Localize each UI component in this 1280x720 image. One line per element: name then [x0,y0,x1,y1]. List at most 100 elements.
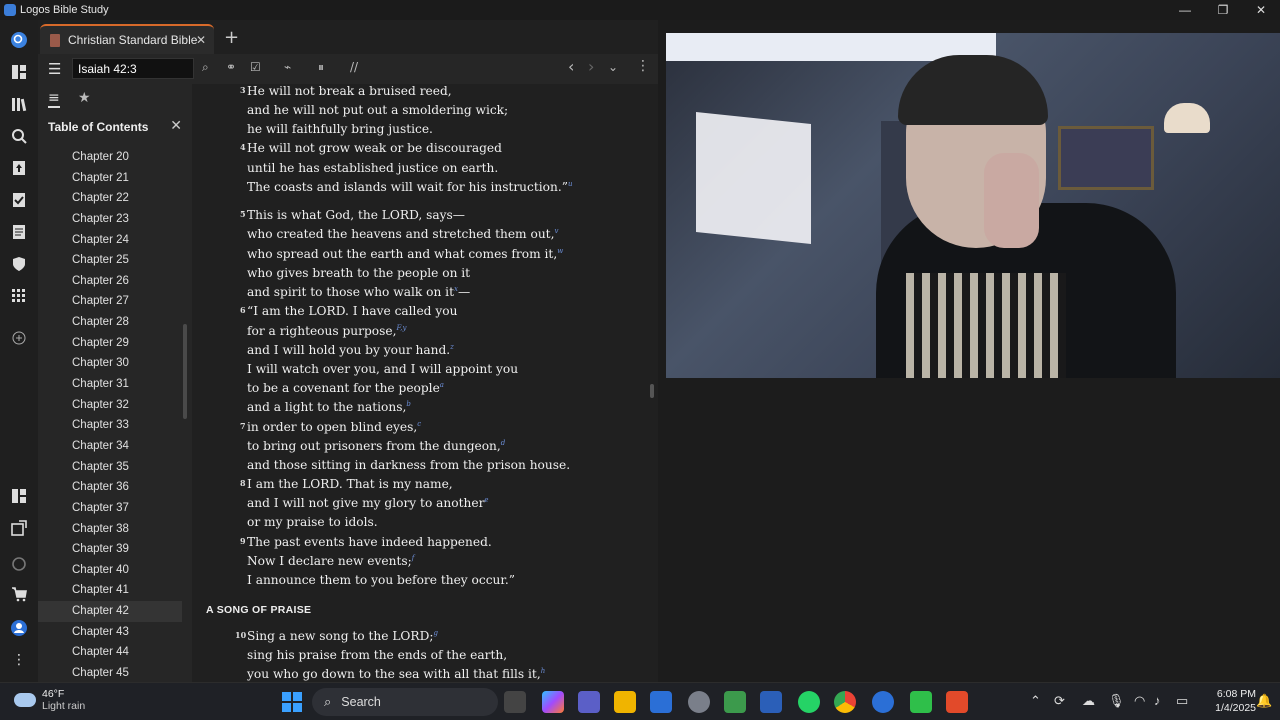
toc-chapter-item[interactable]: Chapter 33 [38,415,182,436]
taskbar-search[interactable]: ⌕ Search [312,688,498,716]
verse-number[interactable]: 5 [240,209,246,219]
footnote-marker[interactable]: d [501,439,505,447]
recorder-icon[interactable] [946,691,968,713]
toc-chapter-item[interactable]: Chapter 29 [38,333,182,354]
upload-icon[interactable] [9,158,29,178]
footnote-marker[interactable]: g [433,629,437,637]
toc-chapter-item[interactable]: Chapter 31 [38,374,182,395]
toc-chapter-item[interactable]: Chapter 38 [38,519,182,540]
verse-number[interactable]: 9 [240,536,246,546]
microphone-icon[interactable]: 🎙 [1108,693,1125,709]
reader-scrollbar[interactable] [650,384,654,398]
open-external-icon[interactable] [9,518,29,538]
chrome-icon[interactable] [834,691,856,713]
library-icon[interactable] [9,94,29,114]
toc-chapter-item[interactable]: Chapter 41 [38,580,182,601]
verse-number[interactable]: 7 [240,421,246,431]
apps-grid-icon[interactable] [9,286,29,306]
restore-button[interactable]: ❐ [1204,0,1242,20]
word-icon[interactable] [760,691,782,713]
footnote-marker[interactable]: h [541,667,546,675]
verse-number[interactable]: 6 [240,305,246,315]
volume-icon[interactable]: ♪ [1154,693,1161,708]
add-icon[interactable] [9,328,29,348]
forward-icon[interactable]: › [588,57,594,76]
highlight-icon[interactable]: ☑ [250,60,261,74]
toc-chapter-item[interactable]: Chapter 27 [38,291,182,312]
footnote-marker[interactable]: c [417,420,421,428]
footnote-marker[interactable]: f [412,554,415,562]
verse-number[interactable]: 8 [240,478,246,488]
checklist-icon[interactable] [9,190,29,210]
toc-scrollbar[interactable] [183,324,187,419]
verse-number[interactable]: 10 [235,630,246,640]
onedrive-icon[interactable]: ☁ [1082,693,1095,709]
show-hidden-icons[interactable]: ⌃ [1030,693,1041,709]
search-icon[interactable]: ⌕ [202,60,209,75]
toc-chapter-item[interactable]: Chapter 23 [38,209,182,230]
toc-chapter-item[interactable]: Chapter 32 [38,395,182,416]
toc-chapter-item[interactable]: Chapter 28 [38,312,182,333]
panel-menu-icon[interactable]: ☰ [48,60,61,78]
task-view-icon[interactable] [504,691,526,713]
clock[interactable]: 6:08 PM 1/4/2025 [1215,687,1256,715]
toc-chapter-item[interactable]: Chapter 40 [38,560,182,581]
sync-tray-icon[interactable]: ⟳ [1054,693,1065,709]
documents-icon[interactable] [9,222,29,242]
account-icon[interactable] [9,618,29,638]
minimize-button[interactable]: — [1166,0,1204,20]
parallel-resources-icon[interactable]: // [350,60,358,74]
toc-chapter-item[interactable]: Chapter 36 [38,477,182,498]
store-icon[interactable] [650,691,672,713]
dashboard-icon[interactable] [9,486,29,506]
new-tab-button[interactable]: + [224,27,239,48]
toc-chapter-item[interactable]: Chapter 35 [38,457,182,478]
close-window-button[interactable]: ✕ [1242,0,1280,20]
cart-icon[interactable] [9,584,29,604]
toc-chapter-item[interactable]: Chapter 45 [38,663,182,682]
toc-chapter-item[interactable]: Chapter 22 [38,188,182,209]
contents-tab-icon[interactable]: ≡ [48,90,60,108]
inline-icon[interactable]: ⌁ [284,60,291,74]
toc-chapter-item[interactable]: Chapter 34 [38,436,182,457]
battery-icon[interactable]: ▭ [1176,693,1188,709]
layouts-icon[interactable] [9,62,29,82]
verse-number[interactable]: 4 [240,142,246,152]
footnote-marker[interactable]: z [450,343,454,351]
settings-icon[interactable] [688,691,710,713]
footnote-marker[interactable]: F,y [396,324,406,332]
toc-chapter-item[interactable]: Chapter 43 [38,622,182,643]
copilot-icon[interactable] [542,691,564,713]
sync-icon[interactable] [9,554,29,574]
footnote-marker[interactable]: e [484,496,488,504]
logos-taskbar-icon[interactable] [872,691,894,713]
footnote-marker[interactable]: w [557,247,563,255]
toc-chapter-item[interactable]: Chapter 42 [38,601,182,622]
verse-number[interactable]: 3 [240,85,246,95]
toc-chapter-item[interactable]: Chapter 39 [38,539,182,560]
toc-chapter-item[interactable]: Chapter 24 [38,230,182,251]
whatsapp-icon[interactable] [798,691,820,713]
teams-icon[interactable] [578,691,600,713]
start-icon[interactable] [281,691,303,713]
history-icon[interactable]: ⌄ [608,60,618,74]
camtasia-icon[interactable] [910,691,932,713]
wifi-icon[interactable]: ◠ [1134,693,1145,709]
file-explorer-icon[interactable] [614,691,636,713]
reference-input[interactable]: Isaiah 42:3 [72,58,194,79]
favorites-tab-icon[interactable]: ★ [78,90,91,106]
toc-chapter-item[interactable]: Chapter 21 [38,168,182,189]
notifications-icon[interactable]: 🔔 [1256,693,1272,709]
shield-icon[interactable] [9,254,29,274]
tab-christian-standard-bible[interactable]: Christian Standard Bible ✕ [40,24,214,54]
toc-chapter-item[interactable]: Chapter 37 [38,498,182,519]
more-vertical-icon[interactable]: ⋮ [9,650,29,670]
footnote-marker[interactable]: u [568,180,573,188]
notepad-icon[interactable] [724,691,746,713]
weather-widget[interactable]: 46°F Light rain [14,688,85,712]
toc-chapter-item[interactable]: Chapter 26 [38,271,182,292]
toc-chapter-item[interactable]: Chapter 25 [38,250,182,271]
footnote-marker[interactable]: b [406,400,410,408]
back-icon[interactable]: ‹ [568,57,574,76]
toc-chapter-item[interactable]: Chapter 30 [38,353,182,374]
